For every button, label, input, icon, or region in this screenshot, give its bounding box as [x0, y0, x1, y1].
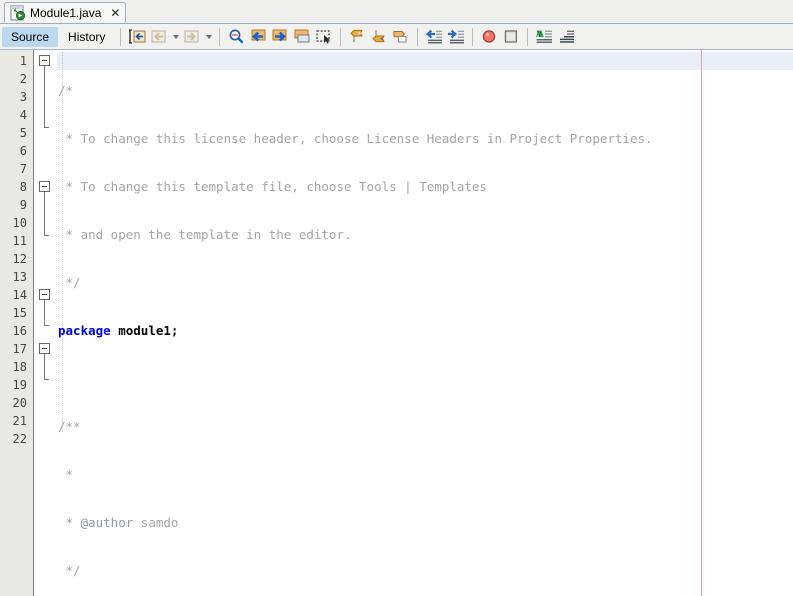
package-name: module1; — [110, 323, 179, 338]
code-line-2: * To change this license header, choose … — [57, 130, 793, 148]
java-file-icon — [10, 5, 26, 21]
line-number: 22 — [12, 432, 27, 446]
keyword-package: package — [58, 323, 111, 338]
next-bookmark-icon[interactable] — [368, 26, 390, 48]
close-icon[interactable]: ✕ — [110, 7, 120, 19]
toolbar-separator — [340, 27, 342, 46]
line-number: 6 — [19, 144, 27, 158]
line-number: 8 — [19, 180, 27, 194]
netbeans-editor-window: Module1.java ✕ Source History 1 2 3 4 5 … — [0, 0, 793, 596]
shift-line-left-icon[interactable] — [423, 26, 445, 48]
line-number: 15 — [12, 306, 27, 320]
toggle-bookmark-icon[interactable] — [390, 26, 412, 48]
line-number: 2 — [19, 72, 27, 86]
code-line-6: package module1; — [57, 322, 793, 340]
forward-icon[interactable] — [181, 26, 203, 48]
find-previous-icon[interactable] — [247, 26, 269, 48]
find-selection-icon[interactable] — [225, 26, 247, 48]
fold-range-line — [44, 192, 45, 235]
line-number: 16 — [12, 324, 27, 338]
fold-toggle-line-1[interactable] — [39, 55, 50, 66]
fold-range-line — [44, 354, 45, 379]
line-number: 7 — [19, 162, 27, 176]
line-number: 9 — [19, 198, 27, 212]
last-edit-position-icon[interactable] — [126, 26, 148, 48]
code-line-9: * — [57, 466, 793, 484]
line-number: 14 — [12, 288, 27, 302]
stop-macro-recording-icon[interactable] — [500, 26, 522, 48]
code-line-text: /** — [58, 419, 81, 434]
code-line-text: * To change this template file, choose T… — [58, 179, 487, 194]
source-view-button[interactable]: Source — [2, 26, 59, 47]
code-line-text: * To change this license header, choose … — [58, 131, 653, 146]
editor-tab-bar: Module1.java ✕ — [0, 0, 793, 24]
code-line-text: */ — [58, 563, 81, 578]
fold-range-line — [44, 66, 45, 127]
back-icon[interactable] — [148, 26, 170, 48]
code-line-1: /* — [57, 82, 793, 100]
code-line-text: * and open the template in the editor. — [58, 227, 352, 242]
toolbar-separator — [120, 27, 122, 46]
toolbar-separator — [219, 27, 221, 46]
code-line-11: */ — [57, 562, 793, 580]
toggle-highlight-icon[interactable] — [291, 26, 313, 48]
start-macro-recording-icon[interactable] — [478, 26, 500, 48]
chevron-down-icon — [172, 34, 179, 39]
line-number: 13 — [12, 270, 27, 284]
line-number: 21 — [12, 414, 27, 428]
code-line-10: * @author samdo — [57, 514, 793, 532]
code-line-text: */ — [58, 275, 81, 290]
code-line-8: /** — [57, 418, 793, 436]
line-number: 10 — [12, 216, 27, 230]
editor-toolbar: Source History — [0, 24, 793, 50]
line-number: 5 — [19, 126, 27, 140]
line-number: 11 — [12, 234, 27, 248]
code-line-text: * — [58, 467, 74, 482]
fold-toggle-line-14[interactable] — [39, 289, 50, 300]
line-number: 19 — [12, 378, 27, 392]
back-dropdown-icon[interactable] — [170, 26, 181, 48]
line-number: 1 — [19, 54, 27, 68]
code-line-text: /* — [58, 83, 74, 98]
toolbar-separator — [417, 27, 419, 46]
fold-range-line — [44, 300, 45, 325]
code-line-4: * and open the template in the editor. — [57, 226, 793, 244]
line-number: 3 — [19, 90, 27, 104]
javadoc-author-tag: * @author — [58, 515, 134, 530]
fold-toggle-line-8[interactable] — [39, 181, 50, 192]
forward-dropdown-icon[interactable] — [203, 26, 214, 48]
chevron-down-icon — [205, 34, 212, 39]
editor-tab-module1[interactable]: Module1.java ✕ — [4, 2, 127, 23]
shift-line-right-icon[interactable] — [445, 26, 467, 48]
find-next-icon[interactable] — [269, 26, 291, 48]
fold-range-end — [44, 235, 49, 236]
line-number: 20 — [12, 396, 27, 410]
editor-tab-label: Module1.java — [30, 5, 102, 20]
uncomment-icon[interactable] — [555, 26, 577, 48]
javadoc-author-value: samdo — [133, 515, 179, 530]
fold-range-end — [44, 379, 49, 380]
source-editor[interactable]: 1 2 3 4 5 6 7 8 9 10 11 12 13 14 15 16 1… — [0, 50, 793, 596]
fold-toggle-line-17[interactable] — [39, 343, 50, 354]
toolbar-separator — [472, 27, 474, 46]
code-folding-column[interactable] — [34, 50, 57, 596]
toolbar-separator — [527, 27, 529, 46]
code-line-3: * To change this template file, choose T… — [57, 178, 793, 196]
line-number: 18 — [12, 360, 27, 374]
history-view-button[interactable]: History — [59, 27, 114, 47]
previous-bookmark-icon[interactable] — [346, 26, 368, 48]
line-number: 4 — [19, 108, 27, 122]
toggle-rectangular-selection-icon[interactable] — [313, 26, 335, 48]
comment-icon[interactable] — [533, 26, 555, 48]
code-line-5: */ — [57, 274, 793, 292]
line-number: 17 — [12, 342, 27, 356]
code-content[interactable]: /* * To change this license header, choo… — [57, 50, 793, 596]
fold-range-end — [44, 325, 49, 326]
line-number: 12 — [12, 252, 27, 266]
fold-range-end — [44, 127, 49, 128]
line-number-column: 1 2 3 4 5 6 7 8 9 10 11 12 13 14 15 16 1… — [0, 50, 27, 448]
